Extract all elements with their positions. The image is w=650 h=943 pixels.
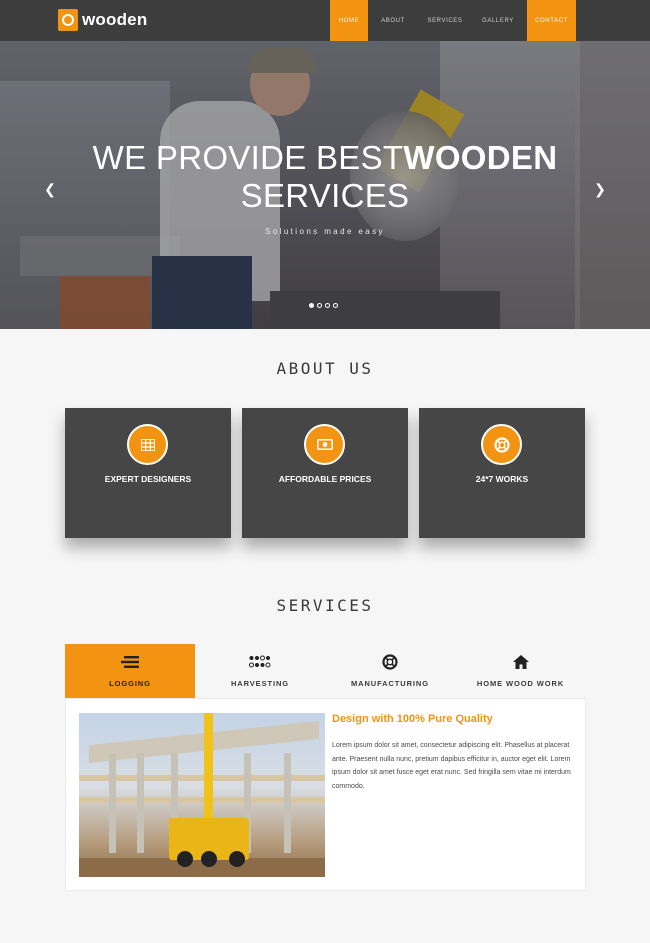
tab-logging[interactable]: LOGGING bbox=[65, 644, 195, 698]
nav-home[interactable]: HOME bbox=[330, 0, 368, 41]
service-image bbox=[79, 713, 325, 877]
card-label: EXPERT DESIGNERS bbox=[104, 474, 192, 484]
slide-dot-1[interactable] bbox=[309, 303, 314, 308]
hero-subtitle: Solutions made easy bbox=[265, 227, 385, 236]
money-icon bbox=[304, 424, 345, 465]
about-title: ABOUT US bbox=[276, 359, 374, 378]
services-title: SERVICES bbox=[276, 596, 374, 615]
slider-dots bbox=[309, 303, 338, 308]
tab-harvesting[interactable]: HARVESTING bbox=[195, 644, 325, 698]
logo-icon bbox=[58, 9, 78, 31]
card-label: AFFORDABLE PRICES bbox=[278, 474, 372, 484]
stack-icon bbox=[121, 654, 139, 670]
about-card-designers: EXPERT DESIGNERS bbox=[65, 408, 231, 538]
card-label: 24*7 WORKS bbox=[475, 474, 529, 484]
tab-manufacturing[interactable]: MANUFACTURING bbox=[325, 644, 455, 698]
dots-grid-icon bbox=[249, 654, 271, 670]
tab-home-wood-work[interactable]: HOME WOOD WORK bbox=[455, 644, 586, 698]
logo[interactable]: wooden bbox=[58, 9, 147, 31]
brand-name: wooden bbox=[82, 10, 148, 29]
about-card-prices: AFFORDABLE PRICES bbox=[242, 408, 408, 538]
lifebuoy-icon bbox=[382, 654, 398, 670]
tab-label: LOGGING bbox=[109, 679, 151, 688]
tab-label: HOME WOOD WORK bbox=[476, 679, 565, 688]
hero-title-line2: SERVICES bbox=[240, 177, 410, 214]
nav-services[interactable]: SERVICES bbox=[420, 0, 470, 41]
home-icon bbox=[512, 654, 529, 670]
hero-title-line1: WE PROVIDE BESTWOODEN bbox=[92, 139, 558, 176]
tab-label: HARVESTING bbox=[230, 679, 290, 688]
slide-dot-2[interactable] bbox=[317, 303, 322, 308]
nav-about[interactable]: ABOUT bbox=[373, 0, 413, 41]
service-heading: Design with 100% Pure Quality bbox=[332, 713, 493, 725]
grid-icon bbox=[127, 424, 168, 465]
lifebuoy-icon bbox=[481, 424, 522, 465]
tab-label: MANUFACTURING bbox=[351, 679, 429, 688]
slide-dot-3[interactable] bbox=[325, 303, 330, 308]
service-description: Lorem ipsum dolor sit amet, consectetur … bbox=[332, 742, 571, 790]
top-navbar: wooden HOME ABOUT SERVICES GALLERY CONTA… bbox=[0, 0, 650, 41]
about-card-works: 24*7 WORKS bbox=[419, 408, 585, 538]
chevron-left-icon[interactable]: ❮ bbox=[42, 181, 58, 197]
slide-dot-4[interactable] bbox=[333, 303, 338, 308]
nav-gallery[interactable]: GALLERY bbox=[475, 0, 521, 41]
chevron-right-icon[interactable]: ❯ bbox=[592, 181, 608, 197]
hero-slider: WE PROVIDE BESTWOODEN SERVICES Solutions… bbox=[0, 41, 650, 329]
nav-contact[interactable]: CONTACT bbox=[527, 0, 576, 41]
